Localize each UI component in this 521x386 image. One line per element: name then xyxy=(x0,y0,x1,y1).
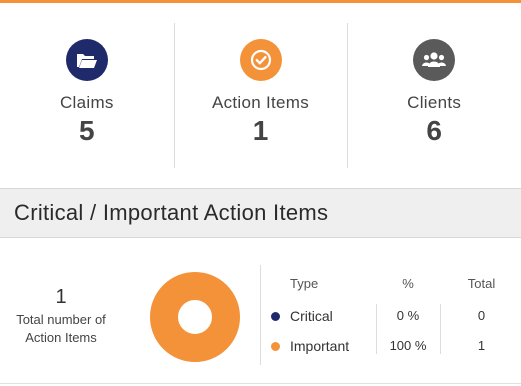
stat-label: Action Items xyxy=(211,93,310,112)
total-summary: 1 Total number of Action Items xyxy=(0,286,122,347)
important-dot-icon xyxy=(271,342,280,351)
total-label: Total number of Action Items xyxy=(0,311,122,347)
legend-total: 0 xyxy=(477,308,486,323)
legend-percent: 0 % xyxy=(396,308,420,323)
column-divider xyxy=(376,304,377,354)
stat-action-items[interactable]: Action Items 1 xyxy=(173,3,348,188)
check-circle-icon xyxy=(239,39,282,81)
folder-open-icon xyxy=(65,39,108,81)
section-header: Critical / Important Action Items xyxy=(0,188,521,238)
stat-value: 1 xyxy=(252,115,269,146)
total-label-line1: Total number of xyxy=(16,312,106,327)
stat-value: 5 xyxy=(79,115,95,146)
donut-chart xyxy=(150,272,240,362)
stats-row: Claims 5 Action Items 1 Clients 6 xyxy=(0,3,521,188)
legend-table: Type % Total Critical 0 % 0 Important 10… xyxy=(262,268,521,360)
stat-value: 6 xyxy=(426,115,442,146)
header-total: Total xyxy=(467,276,496,291)
header-percent: % xyxy=(402,276,414,291)
column-divider xyxy=(440,304,441,354)
stat-label: Claims xyxy=(59,93,114,112)
total-label-line2: Action Items xyxy=(25,330,97,345)
stat-clients[interactable]: Clients 6 xyxy=(347,3,521,188)
legend-row-critical[interactable]: Critical 0 % 0 xyxy=(262,300,521,330)
stat-label: Clients xyxy=(407,93,462,112)
critical-dot-icon xyxy=(271,312,280,321)
legend-type: Important xyxy=(290,338,350,354)
legend-type: Critical xyxy=(290,308,333,324)
legend-row-important[interactable]: Important 100 % 1 xyxy=(262,330,521,360)
legend-total: 1 xyxy=(477,338,486,353)
donut-slice-important xyxy=(150,272,240,362)
legend-header-row: Type % Total xyxy=(262,268,521,300)
legend-percent: 100 % xyxy=(389,338,427,353)
section-title: Critical / Important Action Items xyxy=(14,200,329,225)
stat-claims[interactable]: Claims 5 xyxy=(0,3,174,188)
bottom-divider xyxy=(0,383,521,384)
users-icon xyxy=(413,39,456,81)
total-value: 1 xyxy=(55,286,67,308)
header-type: Type xyxy=(290,276,319,291)
divider xyxy=(260,265,261,365)
